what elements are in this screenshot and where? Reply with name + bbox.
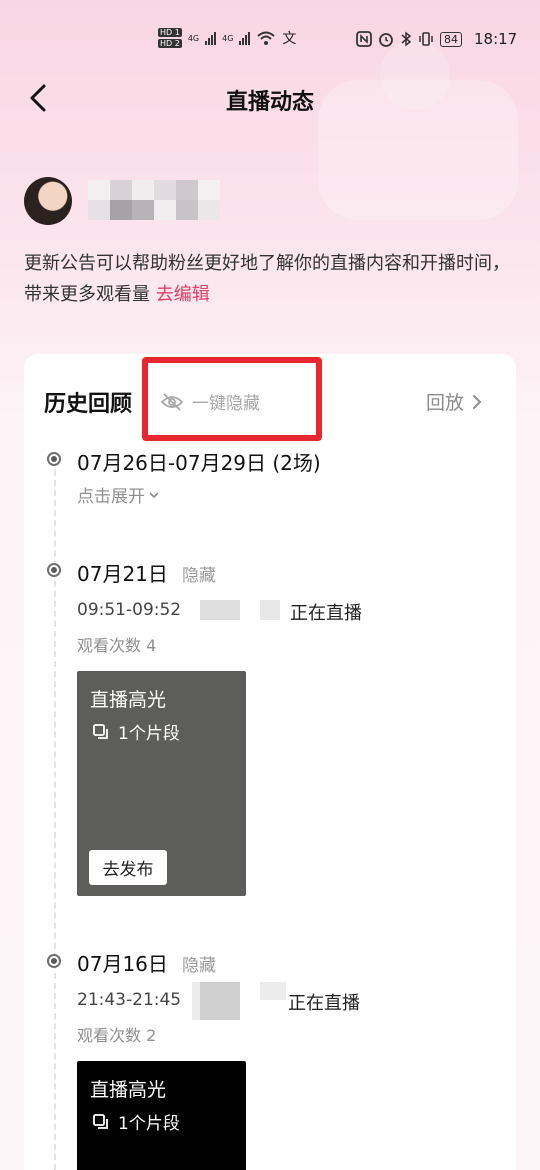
vibrate-icon bbox=[419, 32, 433, 46]
notice-body: 更新公告可以帮助粉丝更好地了解你的直播内容和开播时间，带来更多观看量 bbox=[24, 253, 510, 305]
hd-indicator: HD 1 HD 2 bbox=[158, 28, 182, 48]
session-date: 07月21日 bbox=[77, 562, 168, 586]
clip-count-label: 1个片段 bbox=[118, 1114, 180, 1134]
group-date: 07月26日-07月29日 (2场) bbox=[77, 451, 321, 475]
blurred-content bbox=[260, 600, 280, 620]
clip-count-label: 1个片段 bbox=[118, 724, 180, 744]
live-status: 正在直播 bbox=[290, 603, 362, 624]
wifi-icon bbox=[257, 31, 276, 45]
highlight-thumbnail[interactable]: 直播高光 1个片段 去发布 bbox=[77, 671, 246, 896]
highlight-title: 直播高光 bbox=[90, 689, 167, 711]
timeline-dot bbox=[47, 954, 61, 968]
edit-link[interactable]: 去编辑 bbox=[156, 284, 210, 305]
chevron-right-icon bbox=[473, 394, 482, 409]
expand-button[interactable]: 点击展开 bbox=[77, 482, 160, 507]
blurred-content bbox=[192, 982, 240, 1020]
network-type: 4G bbox=[222, 33, 234, 43]
signal-icon bbox=[239, 31, 251, 45]
notice-text: 更新公告可以帮助粉丝更好地了解你的直播内容和开播时间，带来更多观看量 去编辑 bbox=[24, 248, 519, 310]
blurred-content bbox=[260, 982, 286, 1000]
timeline-dot bbox=[47, 563, 61, 577]
clip-count: 1个片段 bbox=[92, 719, 180, 744]
highlight-thumbnail[interactable]: 直播高光 1个片段 bbox=[77, 1061, 246, 1170]
session-time: 21:43-21:45 bbox=[77, 990, 182, 1010]
username-blurred bbox=[88, 180, 220, 220]
timeline-dot bbox=[47, 452, 61, 466]
blurred-content bbox=[200, 600, 240, 620]
hide-session-button[interactable]: 隐藏 bbox=[182, 561, 216, 586]
hd2-badge: HD 2 bbox=[158, 39, 182, 48]
history-title: 历史回顾 bbox=[44, 392, 133, 417]
page-title: 直播动态 bbox=[225, 90, 314, 115]
nfc-icon bbox=[356, 31, 372, 47]
session-time: 09:51-09:52 bbox=[77, 600, 182, 620]
view-count: 观看次数 4 bbox=[77, 636, 157, 655]
view-count: 观看次数 2 bbox=[77, 1026, 157, 1045]
nfc-text-icon: 文 bbox=[282, 31, 297, 47]
expand-label: 点击展开 bbox=[77, 487, 145, 507]
replay-label: 回放 bbox=[426, 392, 465, 414]
highlight-title: 直播高光 bbox=[90, 1079, 167, 1101]
session-date: 07月16日 bbox=[77, 952, 168, 976]
bluetooth-icon bbox=[401, 31, 412, 47]
annotation-highlight-box bbox=[142, 357, 322, 441]
network-type: 4G bbox=[187, 33, 200, 43]
hd1-badge: HD 1 bbox=[158, 28, 182, 37]
replay-link[interactable]: 回放 bbox=[426, 388, 482, 415]
clips-icon bbox=[93, 723, 108, 739]
avatar[interactable] bbox=[24, 177, 72, 225]
chevron-down-icon bbox=[149, 491, 159, 498]
clip-count: 1个片段 bbox=[92, 1109, 180, 1134]
status-bar: HD 1 HD 2 4G 4G 文 84 18:17 bbox=[0, 0, 540, 80]
live-status: 正在直播 bbox=[288, 993, 360, 1014]
battery-icon: 84 bbox=[440, 31, 462, 47]
clock: 18:17 bbox=[474, 30, 518, 48]
hide-session-button[interactable]: 隐藏 bbox=[182, 951, 216, 976]
alarm-icon bbox=[379, 33, 393, 47]
publish-button[interactable]: 去发布 bbox=[89, 850, 167, 885]
clips-icon bbox=[93, 1113, 108, 1129]
signal-icon bbox=[205, 31, 217, 45]
